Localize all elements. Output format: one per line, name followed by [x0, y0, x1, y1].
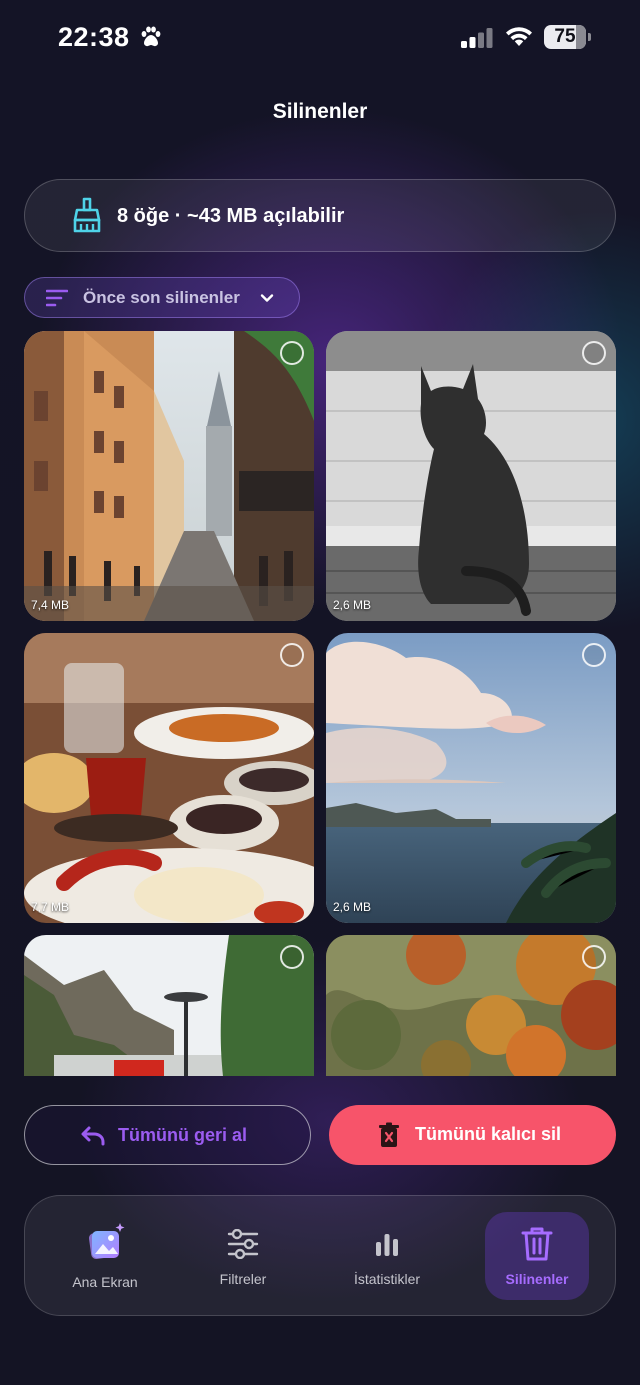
chevron-down-icon: [260, 294, 274, 302]
photo-thumbnail: [326, 331, 616, 621]
status-time: 22:38: [58, 22, 130, 52]
select-checkbox[interactable]: [582, 341, 606, 365]
nav-item-filters[interactable]: Filtreler: [183, 1212, 303, 1300]
wifi-icon: [506, 27, 532, 46]
file-size-label: 7,7 MB: [31, 900, 70, 914]
file-size-label: 7,4 MB: [31, 598, 70, 612]
select-checkbox[interactable]: [582, 643, 606, 667]
broom-icon: [73, 197, 101, 233]
photo-tile[interactable]: [24, 935, 314, 1076]
sort-label: Önce son silinenler: [83, 288, 240, 307]
select-checkbox[interactable]: [280, 945, 304, 969]
deleted-photos-grid[interactable]: 7,4 MB 2,6 MB 7,7 MB 2,6 MB: [24, 331, 616, 1076]
photo-tile[interactable]: 7,7 MB: [24, 633, 314, 923]
nav-label-filters: Filtreler: [219, 1271, 267, 1287]
nav-item-home[interactable]: Ana Ekran: [45, 1212, 165, 1300]
photo-thumbnail: [24, 633, 314, 923]
storage-summary-card: 8 öğe · ~43 MB açılabilir: [24, 179, 616, 252]
sliders-icon: [227, 1229, 259, 1259]
nav-label-deleted: Silinenler: [505, 1271, 569, 1287]
photo-thumbnail: [326, 935, 616, 1076]
page-title: Silinenler: [272, 100, 368, 123]
trash-x-icon: [379, 1122, 399, 1147]
delete-all-button[interactable]: Tümünü kalıcı sil: [329, 1105, 616, 1165]
bottom-nav: Ana Ekran Filtreler İstatistikler Siline…: [24, 1195, 616, 1316]
undo-icon: [81, 1126, 105, 1146]
file-size-label: 2,6 MB: [333, 598, 372, 612]
reclaimable-space-text: 8 öğe · ~43 MB açılabilir: [117, 205, 345, 227]
status-bar: 22:38 75: [0, 0, 640, 78]
delete-all-label: Tümünü kalıcı sil: [415, 1124, 562, 1144]
select-checkbox[interactable]: [280, 341, 304, 365]
trash-icon: [521, 1227, 553, 1261]
nav-label-stats: İstatistikler: [353, 1271, 421, 1287]
restore-all-button[interactable]: Tümünü geri al: [24, 1105, 311, 1165]
signal-icon: [461, 28, 493, 48]
battery-icon: 75: [544, 25, 591, 49]
paw-icon: [141, 26, 161, 47]
sort-dropdown[interactable]: Önce son silinenler: [24, 277, 300, 318]
gallery-sparkle-icon: [88, 1223, 125, 1260]
restore-all-label: Tümünü geri al: [118, 1125, 248, 1145]
file-size-label: 2,6 MB: [333, 900, 372, 914]
bar-chart-icon: [376, 1234, 398, 1256]
photo-thumbnail: [24, 935, 314, 1076]
photo-tile[interactable]: 7,4 MB: [24, 331, 314, 621]
photo-tile[interactable]: [326, 935, 616, 1076]
nav-item-deleted[interactable]: Silinenler: [485, 1212, 589, 1300]
nav-label-home: Ana Ekran: [72, 1274, 138, 1290]
select-checkbox[interactable]: [280, 643, 304, 667]
select-checkbox[interactable]: [582, 945, 606, 969]
photo-tile[interactable]: 2,6 MB: [326, 331, 616, 621]
nav-item-stats[interactable]: İstatistikler: [327, 1212, 447, 1300]
photo-thumbnail: [326, 633, 616, 923]
sort-lines-icon: [46, 289, 68, 307]
photo-thumbnail: [24, 331, 314, 621]
photo-tile[interactable]: 2,6 MB: [326, 633, 616, 923]
battery-level: 75: [554, 26, 576, 47]
